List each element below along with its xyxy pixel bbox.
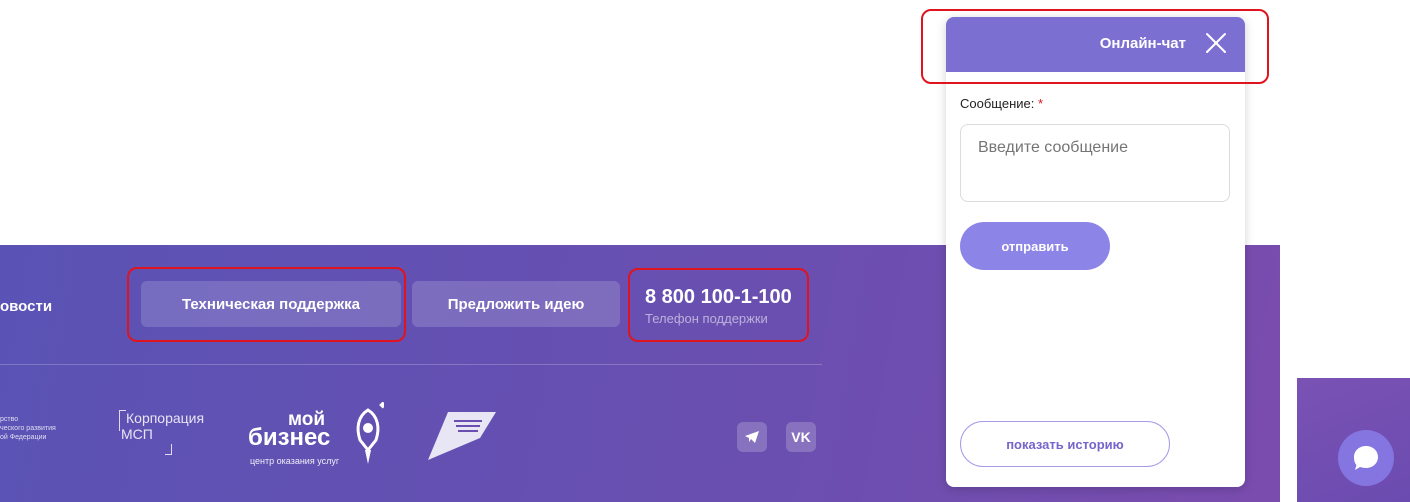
national-projects-logo bbox=[428, 412, 496, 460]
suggest-idea-button[interactable]: Предложить идею bbox=[412, 281, 620, 327]
required-mark: * bbox=[1037, 96, 1044, 111]
support-phone-caption: Телефон поддержки bbox=[645, 311, 768, 326]
ministry-logo[interactable]: рство ческого развития ой Федерации bbox=[0, 415, 56, 442]
rocket-icon bbox=[356, 402, 384, 464]
corporation-logo-line1: Корпорация bbox=[126, 410, 205, 426]
online-chat-panel: Онлайн-чат Сообщение: * отправить показа… bbox=[946, 17, 1245, 487]
chat-launcher-button[interactable] bbox=[1338, 430, 1394, 486]
tech-support-button[interactable]: Техническая поддержка bbox=[141, 281, 401, 327]
support-phone-number[interactable]: 8 800 100-1-100 bbox=[645, 286, 792, 309]
telegram-link[interactable] bbox=[737, 422, 767, 452]
send-button[interactable]: отправить bbox=[960, 222, 1110, 270]
message-input[interactable] bbox=[960, 124, 1230, 202]
show-history-button[interactable]: показать историю bbox=[960, 421, 1170, 467]
ministry-logo-line: ческого развития bbox=[0, 425, 56, 432]
corporation-bracket-right bbox=[165, 444, 172, 455]
chat-header-highlight bbox=[921, 9, 1269, 84]
chat-bubble-icon bbox=[1354, 446, 1378, 470]
ministry-logo-line: рство bbox=[0, 416, 19, 423]
message-label: Сообщение: * bbox=[960, 96, 1043, 111]
ministry-logo-line: ой Федерации bbox=[0, 434, 47, 441]
news-link[interactable]: овости bbox=[0, 298, 52, 315]
corporation-msp-logo[interactable]: Корпорация МСП bbox=[119, 410, 205, 455]
vk-link[interactable]: VK bbox=[786, 422, 816, 452]
vk-icon: VK bbox=[791, 429, 811, 445]
my-business-tagline: центр оказания услуг bbox=[250, 456, 340, 466]
corporation-logo-line2: МСП bbox=[121, 426, 153, 442]
corporation-bracket-left bbox=[119, 410, 126, 431]
telegram-icon bbox=[745, 431, 759, 443]
message-label-text: Сообщение: bbox=[960, 96, 1035, 111]
my-business-word2: бизнес bbox=[248, 424, 331, 451]
footer-divider bbox=[0, 364, 822, 365]
